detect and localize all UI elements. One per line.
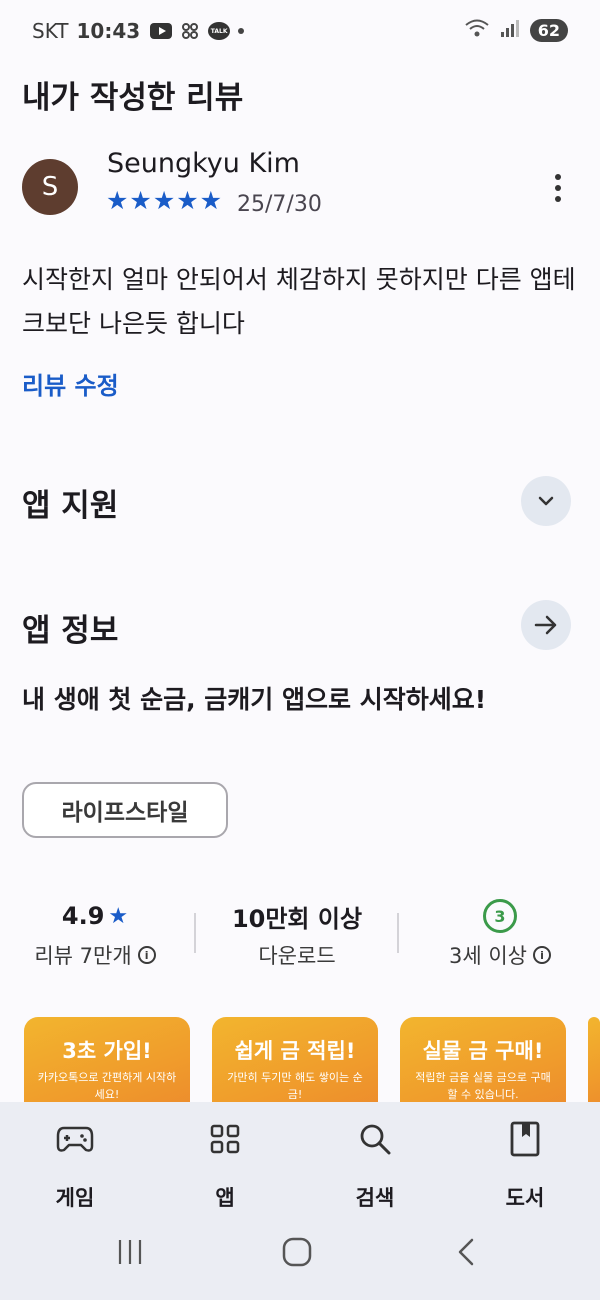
age-rating-label: 3세 이상	[449, 944, 527, 968]
review-text: 시작한지 얼마 안되어서 체감하지 못하지만 다른 앱테크보단 나은듯 합니다	[22, 265, 576, 338]
stat-divider	[397, 913, 399, 953]
nav-item-search[interactable]: 검색	[320, 1118, 430, 1212]
review-date: 25/7/30	[237, 192, 322, 217]
app-icon	[180, 21, 200, 41]
apps-grid-icon	[210, 1124, 240, 1154]
more-options-button[interactable]	[542, 168, 574, 208]
notification-dot-icon	[238, 28, 245, 34]
signal-icon	[500, 18, 520, 43]
nav-label: 앱	[215, 1186, 235, 1210]
category-chip[interactable]: 라이프스타일	[22, 782, 228, 838]
screenshot-subtitle: 카카오톡으로 간편하게 시작하세요!	[37, 1071, 177, 1101]
gamepad-icon	[56, 1126, 94, 1152]
app-support-title[interactable]: 앱 지원	[22, 480, 118, 525]
screenshot-subtitle: 적립한 금을 실물 금으로 구매 할 수 있습니다.	[415, 1071, 551, 1101]
screenshot-title: 3초 가입!	[62, 1039, 152, 1063]
carrier-label: SKT	[32, 19, 69, 43]
recent-apps-button[interactable]	[110, 1232, 150, 1272]
back-button[interactable]	[446, 1232, 486, 1272]
chevron-down-icon	[538, 496, 554, 506]
status-bar: SKT 10:43 TALK 62	[0, 0, 600, 62]
status-right: 62	[464, 18, 568, 43]
app-info-arrow-button[interactable]	[521, 600, 571, 650]
clock: 10:43	[76, 19, 141, 43]
recent-apps-icon	[118, 1240, 142, 1264]
search-icon	[360, 1124, 391, 1155]
reviews-count: 리뷰 7만개	[34, 944, 132, 968]
nav-item-books[interactable]: 도서	[470, 1118, 580, 1212]
edit-review-link[interactable]: 리뷰 수정	[22, 366, 119, 401]
nav-label: 게임	[55, 1186, 95, 1210]
rating-stat[interactable]: 4.9 ★ 리뷰 7만개 i	[5, 896, 185, 970]
screenshot-title: 쉽게 금 적립!	[234, 1039, 356, 1063]
more-dot-icon	[555, 196, 561, 202]
nav-item-apps[interactable]: 앱	[170, 1118, 280, 1212]
arrow-right-icon	[534, 615, 557, 635]
rating-value: 4.9	[61, 902, 105, 930]
home-icon	[282, 1237, 312, 1267]
nav-label: 도서	[505, 1186, 545, 1210]
more-dot-icon	[555, 174, 561, 180]
stat-divider	[194, 913, 196, 953]
info-icon[interactable]: i	[137, 946, 156, 964]
nav-label: 검색	[355, 1186, 395, 1210]
downloads-stat: 10만회 이상 다운로드	[207, 896, 387, 970]
book-icon	[510, 1121, 540, 1157]
age-rating-badge: 3	[483, 899, 517, 933]
kakaotalk-icon: TALK	[208, 22, 231, 40]
avatar: S	[22, 159, 78, 215]
app-info-title[interactable]: 앱 정보	[22, 605, 118, 650]
downloads-label: 다운로드	[258, 944, 336, 968]
screenshot-title: 실물 금 구매!	[422, 1039, 544, 1063]
nav-item-games[interactable]: 게임	[20, 1118, 130, 1212]
back-icon	[458, 1238, 474, 1266]
youtube-icon	[150, 23, 173, 39]
home-button[interactable]	[277, 1232, 317, 1272]
more-dot-icon	[555, 185, 561, 191]
wifi-icon	[464, 18, 490, 43]
battery-icon: 62	[529, 19, 568, 42]
rating-stars: ★★★★★	[106, 186, 224, 215]
page-title: 내가 작성한 리뷰	[22, 80, 244, 116]
info-icon[interactable]: i	[533, 946, 551, 964]
app-support-expand-button[interactable]	[521, 476, 571, 526]
downloads-value: 10만회 이상	[231, 904, 363, 933]
app-description: 내 생애 첫 순금, 금캐기 앱으로 시작하세요!	[22, 685, 487, 714]
screenshot-subtitle: 가만히 두기만 해도 쌓이는 순금!	[227, 1071, 363, 1101]
reviewer-name: Seungkyu Kim	[107, 148, 300, 179]
age-rating-stat[interactable]: 3 3세 이상 i	[410, 896, 590, 970]
star-icon: ★	[108, 903, 129, 929]
